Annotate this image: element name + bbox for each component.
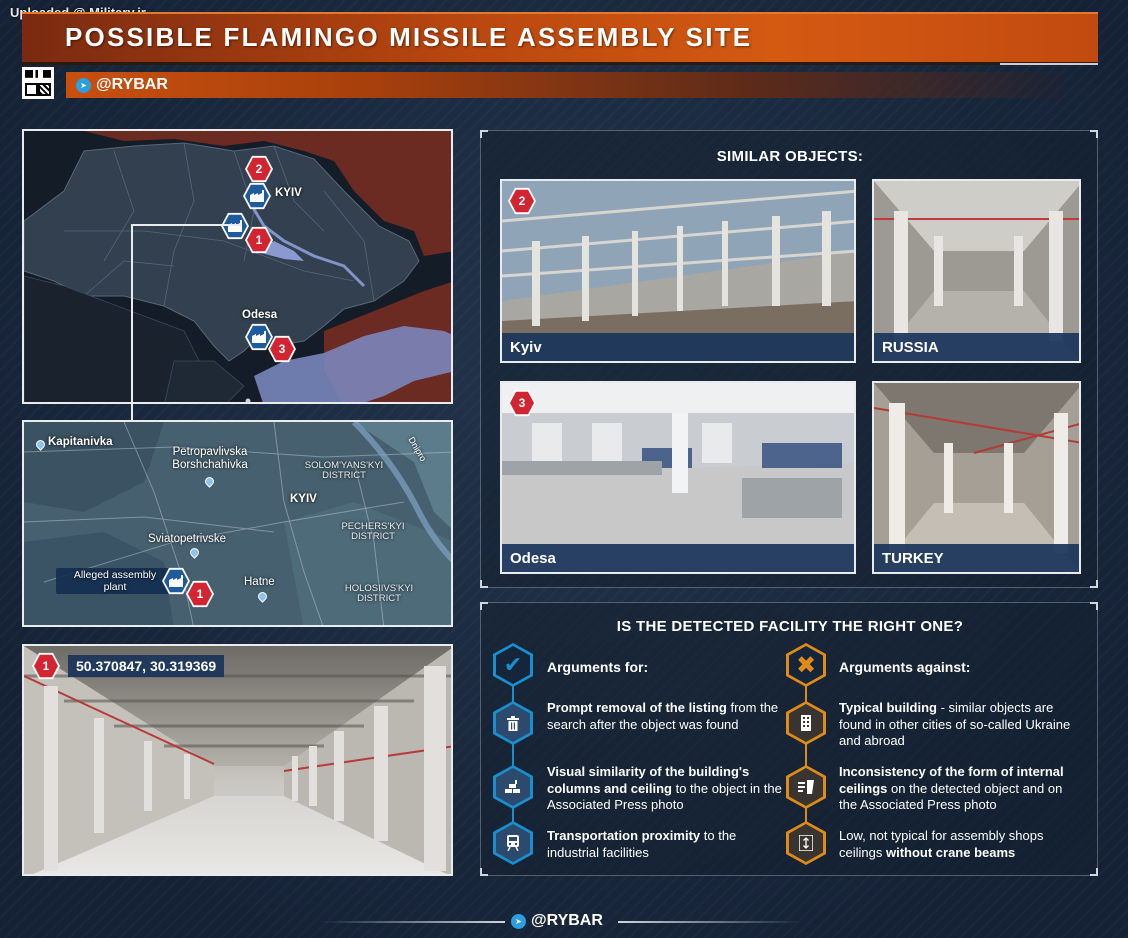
question-title: IS THE DETECTED FACILITY THE RIGHT ONE? bbox=[616, 618, 964, 635]
qr-code-icon[interactable] bbox=[22, 67, 54, 99]
ceiling-icon bbox=[786, 765, 826, 809]
plant-label: Alleged assembly plant bbox=[73, 568, 157, 593]
facility-photo: 1 50.370847, 30.319369 bbox=[22, 644, 453, 876]
train-icon bbox=[493, 821, 533, 865]
argument-against-2: Inconsistency of the form of internal ce… bbox=[839, 764, 1064, 812]
map-marker-3[interactable]: 3 bbox=[268, 335, 296, 363]
brand-name: @RYBAR bbox=[96, 76, 168, 93]
similar-photo-odesa[interactable]: 3 Odesa bbox=[500, 381, 856, 574]
argument-against-1: Typical building - similar objects are f… bbox=[839, 700, 1071, 748]
similar-caption-odesa: Odesa bbox=[502, 544, 854, 572]
map-label-odesa: Odesa bbox=[242, 309, 278, 321]
map-marker-1: 1 bbox=[32, 652, 60, 680]
similar-objects-title: SIMILAR OBJECTS: bbox=[716, 148, 864, 165]
similar-caption-russia: RUSSIA bbox=[874, 333, 1079, 361]
title-underline bbox=[22, 62, 1098, 65]
footer-brand-link[interactable]: ➤ @RYBAR bbox=[511, 912, 603, 930]
telegram-icon: ➤ bbox=[76, 77, 91, 93]
argument-for-2: Visual similarity of the building's colu… bbox=[547, 764, 782, 812]
district-holosiivskyi: HOLOSIIVS'KYI DISTRICT bbox=[344, 583, 414, 605]
facility-photo-svg bbox=[24, 646, 451, 874]
footer-line-right bbox=[618, 921, 803, 923]
similar-marker-2: 2 bbox=[508, 187, 536, 215]
page-title: POSSIBLE FLAMINGO MISSILE ASSEMBLY SITE bbox=[65, 22, 753, 52]
bricks-icon bbox=[493, 765, 533, 809]
plant-callout: Alleged assembly plant bbox=[56, 568, 174, 594]
connector-line bbox=[131, 224, 133, 422]
arguments-panel: IS THE DETECTED FACILITY THE RIGHT ONE? … bbox=[480, 602, 1098, 876]
similar-marker-3: 3 bbox=[508, 389, 536, 417]
place-sviatopetrivske: Sviatopetrivske bbox=[148, 533, 226, 545]
similar-photo-kyiv[interactable]: 2 Kyiv bbox=[500, 179, 856, 363]
footer-brand-name: @RYBAR bbox=[531, 912, 603, 929]
arguments-for-heading: Arguments for: bbox=[547, 659, 649, 675]
similar-photo-russia[interactable]: RUSSIA bbox=[872, 179, 1081, 363]
telegram-icon: ➤ bbox=[511, 913, 526, 929]
place-hatne: Hatne bbox=[244, 576, 275, 588]
place-petropavlivska: Petropavlivska Borshchahivka bbox=[172, 446, 248, 472]
connector-line bbox=[131, 224, 241, 226]
brand-bar bbox=[66, 72, 1063, 98]
argument-for-3: Transportation proximity to the industri… bbox=[547, 828, 737, 860]
coordinates-text[interactable]: 50.370847, 30.319369 bbox=[68, 655, 225, 677]
title-accent-line bbox=[1000, 63, 1098, 65]
map-marker-1[interactable]: 1 bbox=[186, 580, 214, 608]
building-icon bbox=[786, 701, 826, 745]
argument-for-1: Prompt removal of the listing from the s… bbox=[547, 700, 779, 732]
arguments-against-heading: Arguments against: bbox=[839, 659, 971, 675]
similar-caption-turkey: TURKEY bbox=[874, 544, 1079, 572]
cross-icon: ✖ bbox=[786, 643, 826, 687]
place-kapitanivka: Kapitanivka bbox=[48, 436, 113, 448]
height-icon bbox=[786, 821, 826, 865]
region-map-svg bbox=[24, 131, 451, 402]
place-kyiv: KYIV bbox=[290, 493, 317, 505]
checkmark-icon: ✔ bbox=[493, 643, 533, 687]
coordinate-badge: 1 50.370847, 30.319369 bbox=[32, 652, 225, 680]
argument-against-3: Low, not typical for assembly shops ceil… bbox=[839, 828, 1044, 860]
district-pecherskyi: PECHERS'KYI DISTRICT bbox=[341, 521, 405, 543]
trash-icon bbox=[493, 701, 533, 745]
map-marker-2[interactable]: 2 bbox=[245, 155, 273, 183]
satellite-map: Kapitanivka Petropavlivska Borshchahivka… bbox=[22, 420, 453, 627]
district-solomyanskyi: SOLOM'YANS'KYI DISTRICT bbox=[304, 460, 384, 482]
similar-caption-kyiv: Kyiv bbox=[502, 333, 854, 361]
map-label-kyiv: KYIV bbox=[275, 187, 302, 199]
map-marker-1[interactable]: 1 bbox=[245, 226, 273, 254]
region-map: 2 KYIV 1 Odesa 3 bbox=[22, 129, 453, 404]
brand-link[interactable]: ➤ @RYBAR bbox=[76, 76, 168, 94]
similar-objects-panel: SIMILAR OBJECTS: 2 Kyiv RUSSIA 3 Odesa T… bbox=[480, 130, 1098, 588]
footer-line-left bbox=[320, 921, 505, 923]
similar-photo-turkey[interactable]: TURKEY bbox=[872, 381, 1081, 574]
